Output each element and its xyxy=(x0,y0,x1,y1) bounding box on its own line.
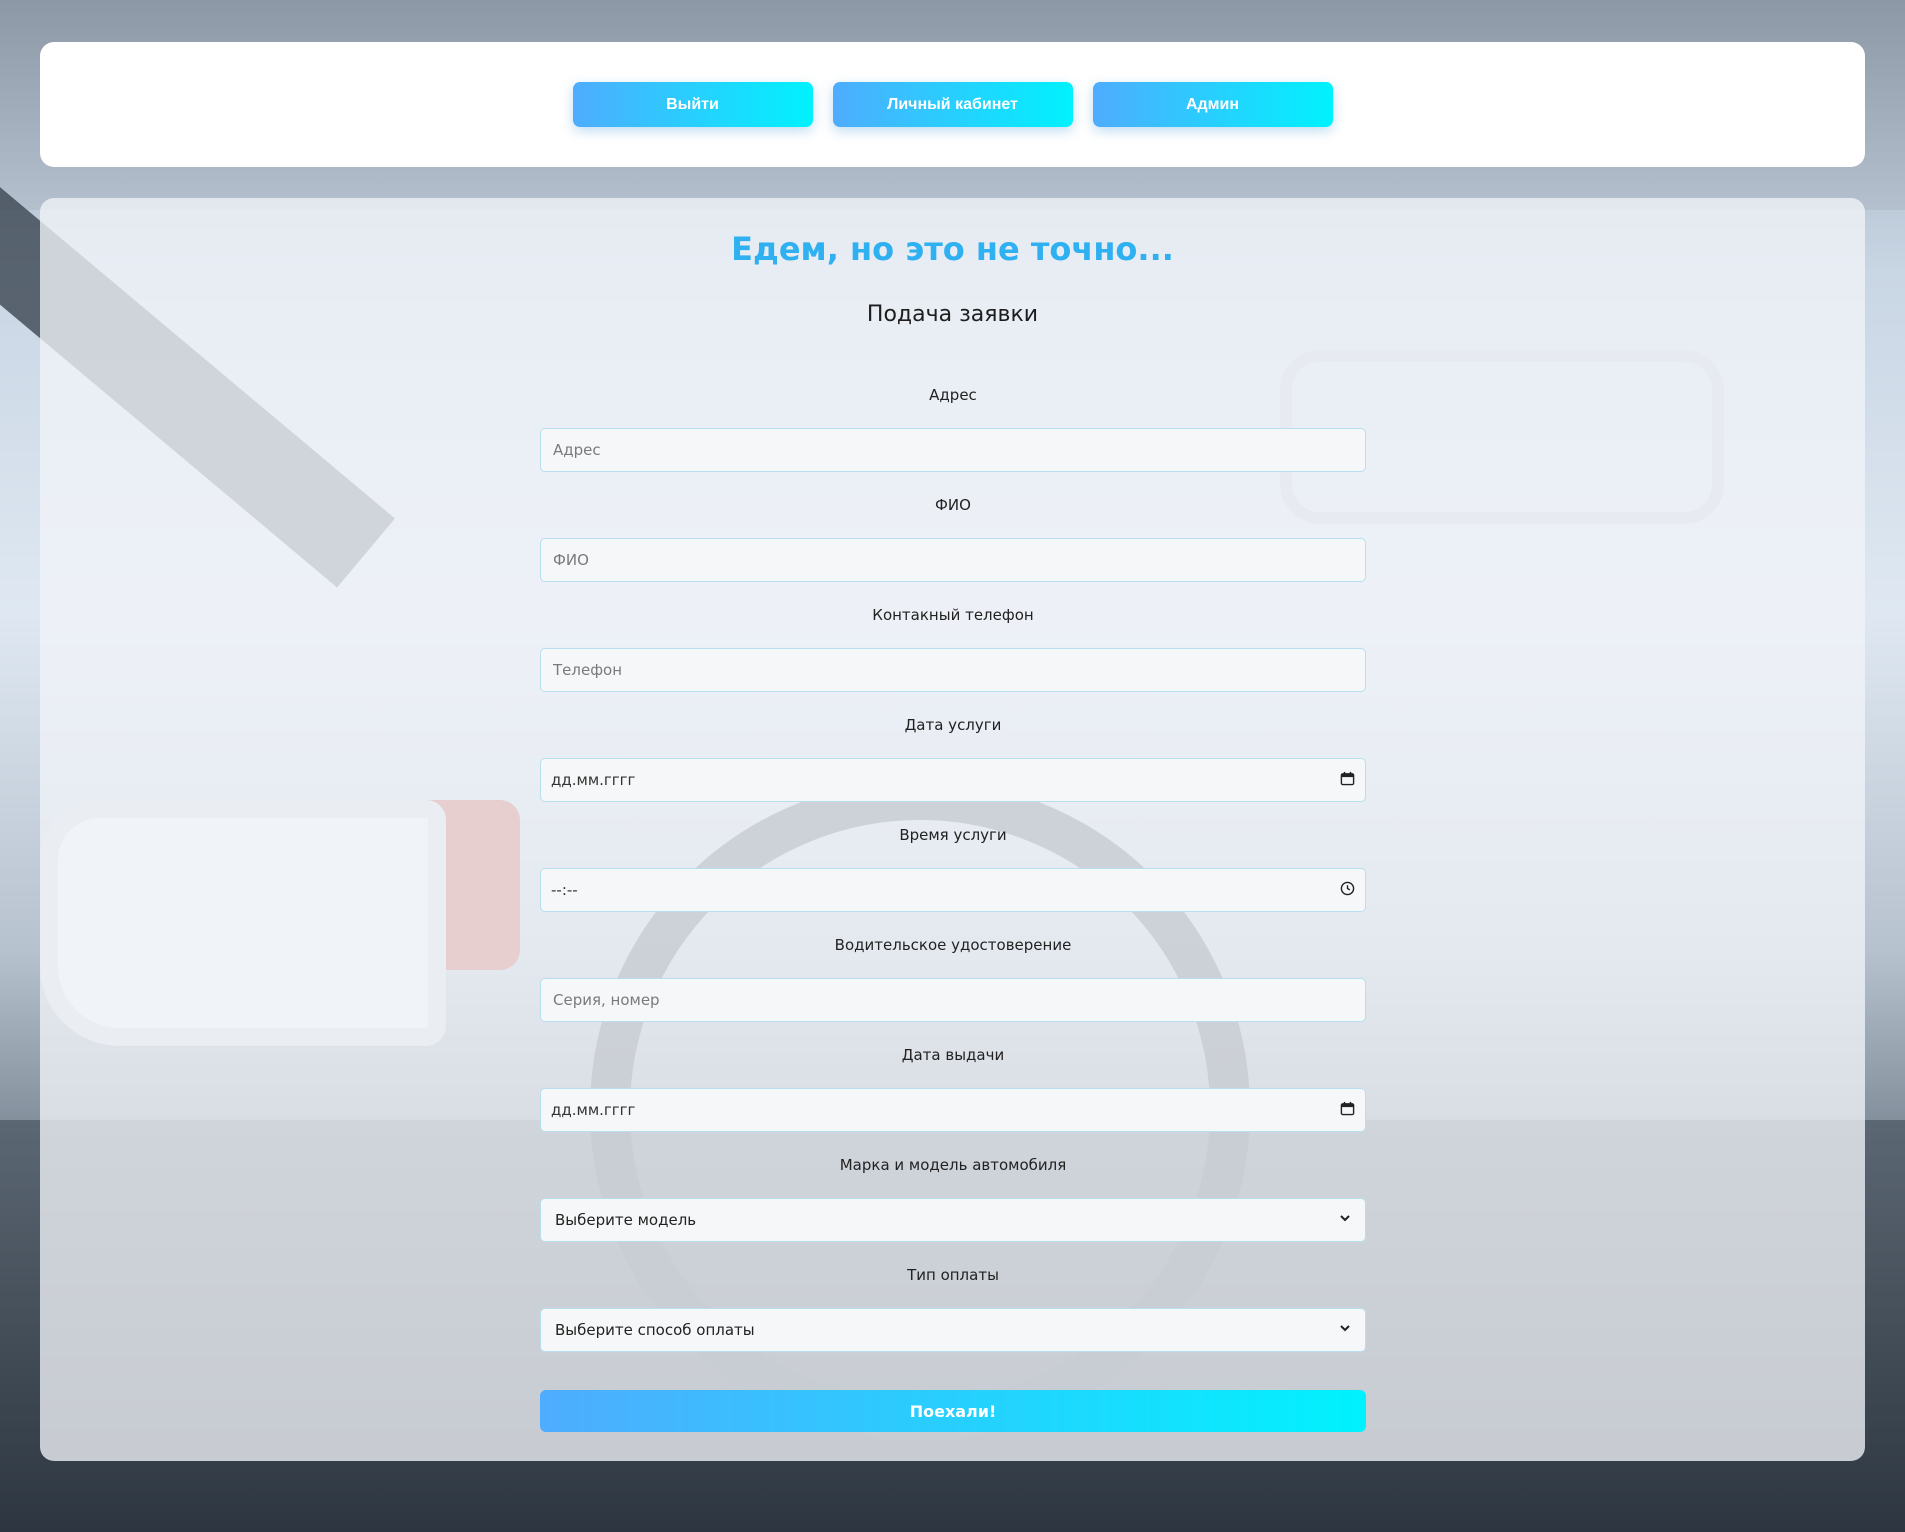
car-model-selected: Выберите модель xyxy=(555,1211,697,1229)
license-label: Водительское удостоверение xyxy=(834,936,1072,954)
phone-input[interactable] xyxy=(551,660,1355,680)
payment-select[interactable]: Выберите способ оплаты xyxy=(540,1308,1366,1352)
payment-selected: Выберите способ оплаты xyxy=(555,1321,755,1339)
issue-date-input[interactable]: дд.мм.гггг xyxy=(540,1088,1366,1132)
field-car-model: Марка и модель автомобиля Выберите модел… xyxy=(540,1148,1366,1258)
field-issue-date: Дата выдачи дд.мм.гггг xyxy=(540,1038,1366,1148)
field-service-time: Время услуги --:-- xyxy=(540,818,1366,928)
field-service-date: Дата услуги дд.мм.гггг xyxy=(540,708,1366,818)
address-label: Адрес xyxy=(929,386,977,404)
calendar-icon[interactable] xyxy=(1340,1101,1355,1120)
field-address: Адрес xyxy=(540,378,1366,488)
field-payment: Тип оплаты Выберите способ оплаты xyxy=(540,1258,1366,1368)
phone-input-wrapper xyxy=(540,648,1366,692)
fullname-input-wrapper xyxy=(540,538,1366,582)
field-license: Водительское удостоверение xyxy=(540,928,1366,1038)
logout-button[interactable]: Выйти xyxy=(572,82,813,127)
address-input[interactable] xyxy=(551,440,1355,460)
phone-label: Контакный телефон xyxy=(872,606,1034,624)
service-time-input[interactable]: --:-- xyxy=(540,868,1366,912)
field-fullname: ФИО xyxy=(540,488,1366,598)
chevron-down-icon xyxy=(1339,1322,1351,1338)
issue-date-label: Дата выдачи xyxy=(901,1046,1005,1064)
address-input-wrapper xyxy=(540,428,1366,472)
fullname-label: ФИО xyxy=(935,496,971,514)
chevron-down-icon xyxy=(1339,1212,1351,1228)
admin-button[interactable]: Админ xyxy=(1092,82,1333,127)
service-date-value: дд.мм.гггг xyxy=(551,771,636,789)
service-date-input[interactable]: дд.мм.гггг xyxy=(540,758,1366,802)
license-input-wrapper xyxy=(540,978,1366,1022)
field-phone: Контакный телефон xyxy=(540,598,1366,708)
top-nav-bar: Выйти Личный кабинет Админ xyxy=(40,42,1865,167)
request-form: Адрес ФИО Контакный телефон Дата услуги … xyxy=(540,378,1366,1368)
calendar-icon[interactable] xyxy=(1340,771,1355,790)
fullname-input[interactable] xyxy=(551,550,1355,570)
page-title: Едем, но это не точно... xyxy=(731,230,1174,268)
service-time-value: --:-- xyxy=(551,881,578,899)
car-model-label: Марка и модель автомобиля xyxy=(839,1156,1067,1174)
service-date-label: Дата услуги xyxy=(904,716,1002,734)
license-input[interactable] xyxy=(551,990,1355,1010)
clock-icon[interactable] xyxy=(1340,881,1355,900)
form-subtitle: Подача заявки xyxy=(866,302,1039,327)
personal-cabinet-button[interactable]: Личный кабинет xyxy=(832,82,1073,127)
payment-label: Тип оплаты xyxy=(907,1266,999,1284)
submit-button[interactable]: Поехали! xyxy=(540,1390,1366,1432)
issue-date-value: дд.мм.гггг xyxy=(551,1101,636,1119)
service-time-label: Время услуги xyxy=(899,826,1007,844)
car-model-select[interactable]: Выберите модель xyxy=(540,1198,1366,1242)
